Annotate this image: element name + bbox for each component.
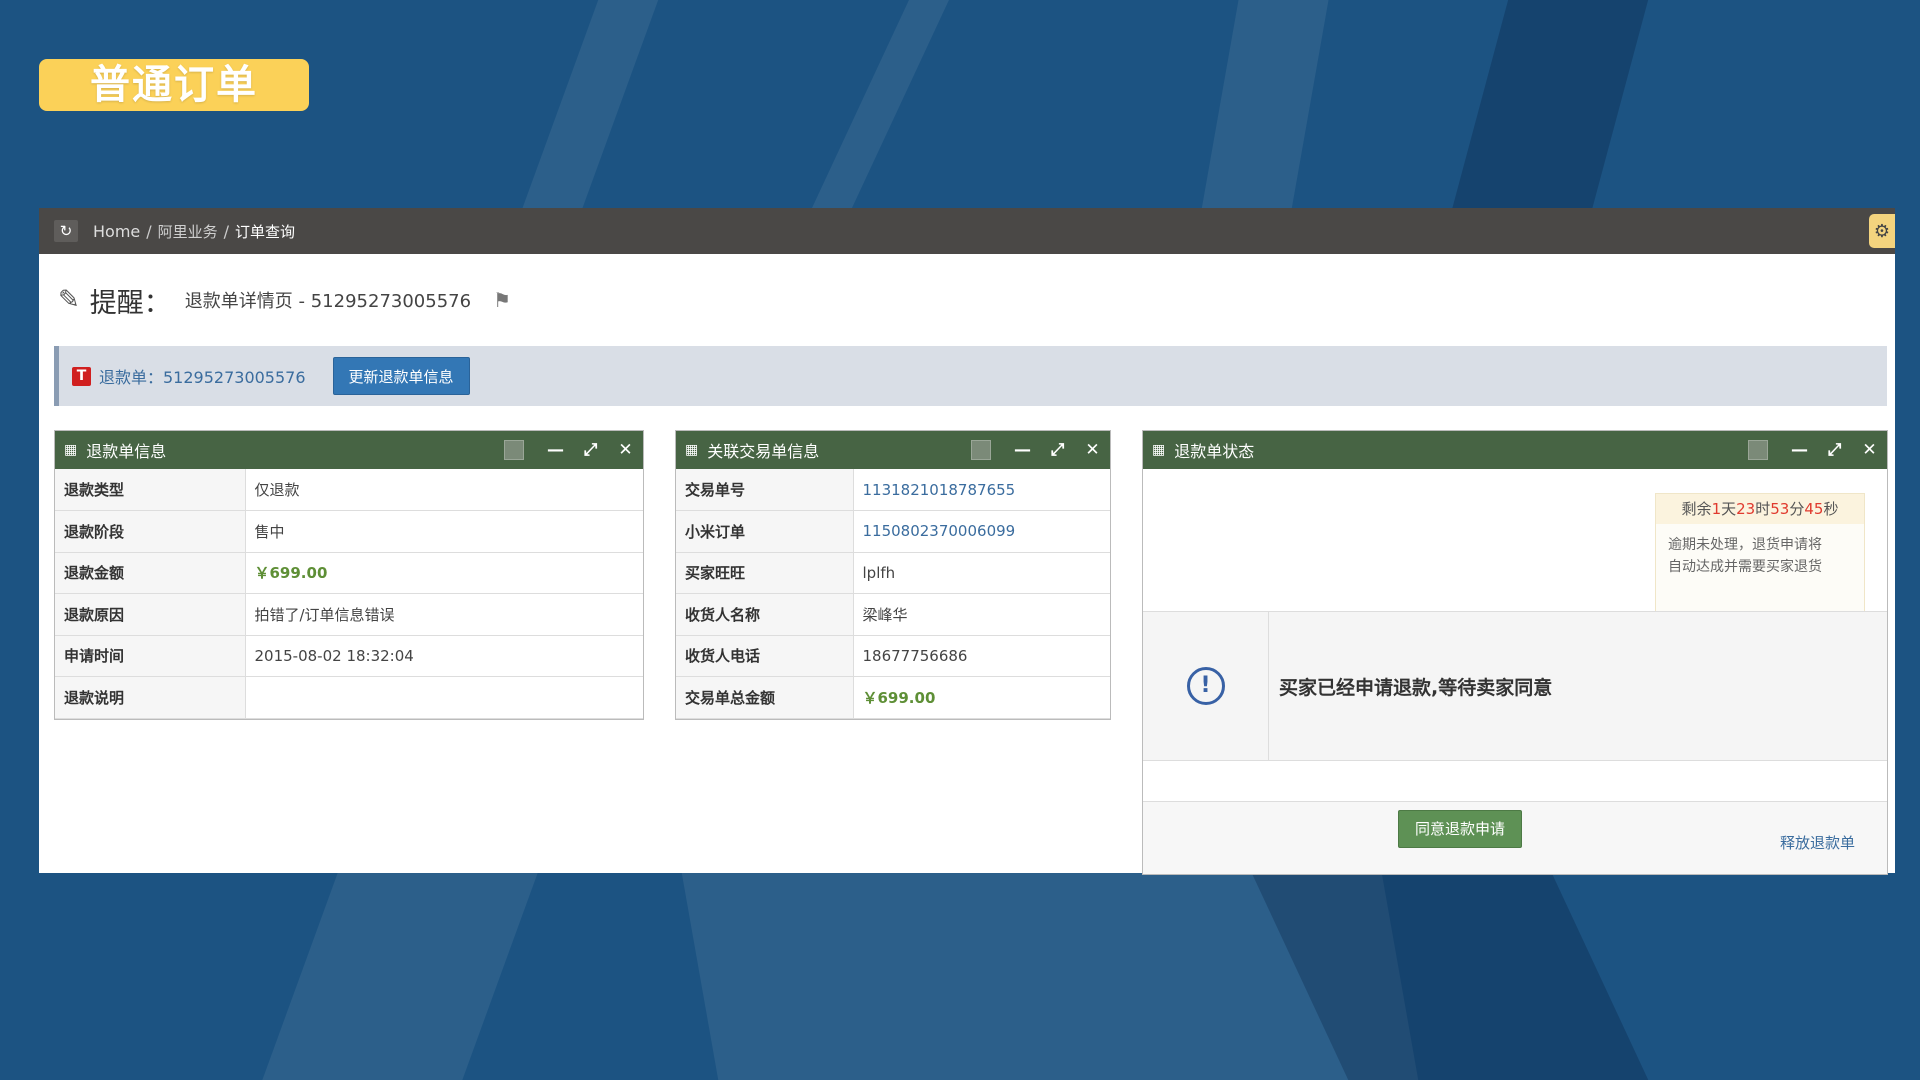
breadcrumb-ali-business[interactable]: 阿里业务 xyxy=(158,221,218,242)
row-value: 售中 xyxy=(245,510,643,553)
row-value: 梁峰华 xyxy=(853,593,1110,636)
row-value: 18677756686 xyxy=(853,635,1110,677)
row-value xyxy=(245,676,643,719)
expand-icon[interactable]: ⤢ xyxy=(1817,440,1852,460)
color-picker-icon[interactable] xyxy=(504,440,524,460)
row-value: lplfh xyxy=(853,552,1110,594)
reminder-label: 提醒： xyxy=(89,287,171,319)
countdown-notice: 逾期未处理，退货申请将 自动达成并需要买家退货 xyxy=(1668,537,1822,575)
row-key: 收货人电话 xyxy=(676,635,854,677)
table-row: 交易单号 1131821018787655 xyxy=(676,469,1110,511)
row-key: 买家旺旺 xyxy=(676,552,854,594)
app-window: ↻ Home / 阿里业务 / 订单查询 ⚙ ✎ 提醒： 退款单详情页 - 51… xyxy=(39,208,1895,875)
refund-info-table: 退款类型 仅退款 退款阶段 售中 退款金额 ￥699.00 退款原因 拍错了/订单信息错… xyxy=(55,469,643,719)
status-message: 买家已经申请退款,等待卖家同意 xyxy=(1279,676,1553,699)
taobao-icon: T xyxy=(72,366,91,386)
table-row: 退款说明 xyxy=(55,676,643,719)
table-row: 退款类型 仅退款 xyxy=(55,469,643,511)
refund-info-panel: ▦ 退款单信息 — ⤢ ✕ 退款类型 仅退款 退款阶段 售中 退款金额 ￥699.00… xyxy=(54,430,644,720)
refund-alert-bar: T 退款单：51295273005576 更新退款单信息 xyxy=(54,346,1887,406)
row-key: 交易单总金额 xyxy=(676,676,854,719)
table-row: 买家旺旺 lplfh xyxy=(676,552,1110,594)
row-key: 退款阶段 xyxy=(55,510,246,553)
panel-header: ▦ 退款单状态 — ⤢ ✕ xyxy=(1143,431,1887,469)
table-row: 申请时间 2015-08-02 18:32:04 xyxy=(55,635,643,677)
color-picker-icon[interactable] xyxy=(971,440,991,460)
trade-info-table: 交易单号 1131821018787655 小米订单 115080237000609… xyxy=(676,469,1110,719)
slide-title: 普通订单 xyxy=(39,59,309,111)
row-key: 退款原因 xyxy=(55,593,246,636)
status-actions: 同意退款申请 释放退款单 xyxy=(1143,801,1887,874)
panel-header: ▦ 退款单信息 — ⤢ ✕ xyxy=(55,431,643,469)
table-row: 退款原因 拍错了/订单信息错误 xyxy=(55,593,643,636)
refund-amount: ￥699.00 xyxy=(245,552,643,594)
table-row: 退款阶段 售中 xyxy=(55,510,643,553)
table-row: 退款金额 ￥699.00 xyxy=(55,552,643,594)
close-icon[interactable]: ✕ xyxy=(608,440,643,460)
breadcrumb: Home / 阿里业务 / 订单查询 xyxy=(93,221,295,242)
row-key: 小米订单 xyxy=(676,510,854,553)
top-bar: ↻ Home / 阿里业务 / 订单查询 ⚙ xyxy=(39,208,1895,254)
expand-icon[interactable]: ⤢ xyxy=(573,440,608,460)
edit-icon: ✎ xyxy=(58,285,80,315)
flag-icon[interactable]: ⚑ xyxy=(493,288,511,312)
row-value: 仅退款 xyxy=(245,469,643,511)
table-row: 收货人电话 18677756686 xyxy=(676,635,1110,677)
table-row: 交易单总金额 ￥699.00 xyxy=(676,676,1110,719)
table-icon: ▦ xyxy=(685,442,699,458)
refund-number: 退款单：51295273005576 xyxy=(99,368,306,387)
reminder-detail: 退款单详情页 - 51295273005576 xyxy=(184,291,472,312)
table-row: 收货人名称 梁峰华 xyxy=(676,593,1110,636)
refresh-icon[interactable]: ↻ xyxy=(54,220,78,242)
panel-title: 退款单信息 xyxy=(86,442,167,461)
table-row: 小米订单 1150802370006099 xyxy=(676,510,1110,553)
breadcrumb-order-query: 订单查询 xyxy=(235,222,296,241)
table-icon: ▦ xyxy=(64,442,78,458)
countdown-timer: 剩余1天23时53分45秒 xyxy=(1656,494,1864,524)
breadcrumb-home[interactable]: Home xyxy=(93,222,140,241)
row-key: 收货人名称 xyxy=(676,593,854,636)
row-value: 2015-08-02 18:32:04 xyxy=(245,635,643,677)
row-key: 申请时间 xyxy=(55,635,246,677)
update-refund-button[interactable]: 更新退款单信息 xyxy=(332,357,470,395)
row-key: 退款金额 xyxy=(55,552,246,594)
close-icon[interactable]: ✕ xyxy=(1075,440,1110,460)
trade-info-panel: ▦ 关联交易单信息 — ⤢ ✕ 交易单号 1131821018787655 小米订… xyxy=(675,430,1111,720)
row-key: 退款说明 xyxy=(55,676,246,719)
trade-number-link[interactable]: 1131821018787655 xyxy=(853,469,1110,511)
gear-icon[interactable]: ⚙ xyxy=(1869,214,1895,248)
exclamation-icon: ! xyxy=(1186,667,1225,705)
breadcrumb-separator: / xyxy=(146,221,152,241)
xiaomi-order-link[interactable]: 1150802370006099 xyxy=(853,510,1110,553)
color-picker-icon[interactable] xyxy=(1748,440,1768,460)
panel-title: 关联交易单信息 xyxy=(707,442,820,461)
release-refund-link[interactable]: 释放退款单 xyxy=(1780,832,1855,853)
breadcrumb-separator: / xyxy=(223,221,230,241)
row-value: 拍错了/订单信息错误 xyxy=(245,593,643,636)
row-key: 交易单号 xyxy=(676,469,854,511)
trade-total-amount: ￥699.00 xyxy=(853,676,1110,719)
minimize-icon[interactable]: — xyxy=(538,440,573,460)
table-icon: ▦ xyxy=(1152,442,1166,458)
reminder-header: ✎ 提醒： 退款单详情页 - 51295273005576 ⚑ xyxy=(39,254,1895,346)
refund-status-panel: ▦ 退款单状态 — ⤢ ✕ 剩余1天23时53分45秒 逾期未处理，退货申请将 … xyxy=(1142,430,1888,875)
panel-header: ▦ 关联交易单信息 — ⤢ ✕ xyxy=(676,431,1110,469)
minimize-icon[interactable]: — xyxy=(1005,440,1040,460)
minimize-icon[interactable]: — xyxy=(1782,440,1817,460)
expand-icon[interactable]: ⤢ xyxy=(1040,440,1075,460)
row-key: 退款类型 xyxy=(55,469,246,511)
countdown-box: 剩余1天23时53分45秒 逾期未处理，退货申请将 自动达成并需要买家退货 xyxy=(1655,493,1865,613)
close-icon[interactable]: ✕ xyxy=(1852,440,1887,460)
agree-refund-button[interactable]: 同意退款申请 xyxy=(1398,810,1522,848)
panel-title: 退款单状态 xyxy=(1174,442,1255,461)
status-message-row: ! 买家已经申请退款,等待卖家同意 xyxy=(1143,611,1887,761)
